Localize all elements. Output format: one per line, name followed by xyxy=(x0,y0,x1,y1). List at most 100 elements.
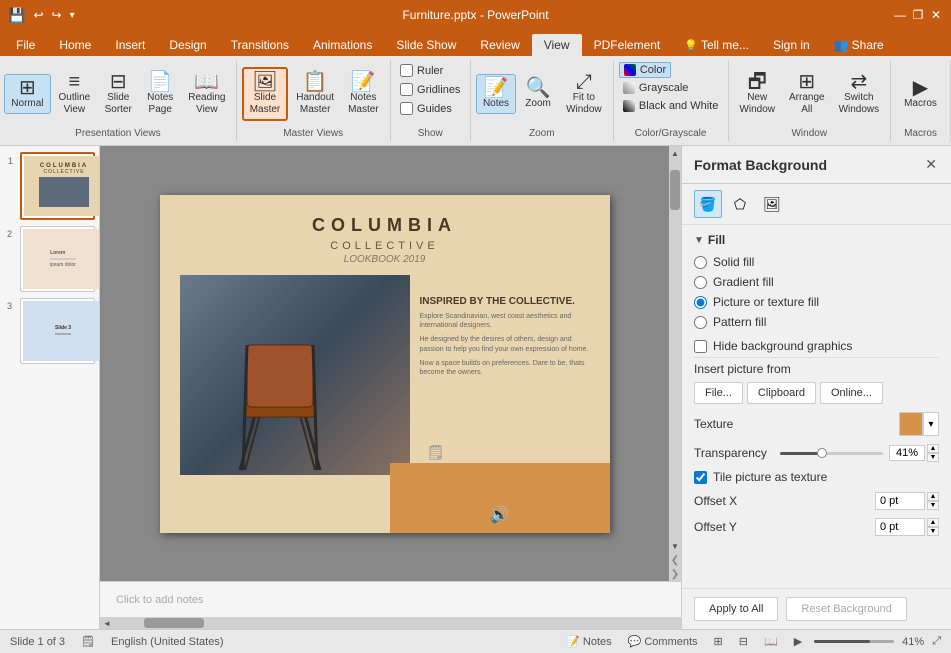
pattern-fill-option[interactable]: Pattern fill xyxy=(694,315,939,329)
new-window-button[interactable]: 🗗 NewWindow xyxy=(733,69,781,119)
restore-button[interactable]: ❐ xyxy=(911,8,925,22)
transparency-slider[interactable] xyxy=(780,452,883,455)
normal-status-button[interactable]: ⊞ xyxy=(710,635,727,648)
tab-slideshow[interactable]: Slide Show xyxy=(384,34,468,56)
tab-animations[interactable]: Animations xyxy=(301,34,384,56)
offset-y-input[interactable] xyxy=(875,518,925,536)
tab-design[interactable]: Design xyxy=(157,34,218,56)
solid-fill-radio[interactable] xyxy=(694,256,707,269)
tab-share[interactable]: 👥Share xyxy=(822,34,896,56)
customize-icon[interactable]: ▾ xyxy=(70,10,75,21)
ruler-checkbox-label[interactable]: Ruler xyxy=(396,62,447,79)
tile-checkbox[interactable] xyxy=(694,471,707,484)
tile-checkbox-label[interactable]: Tile picture as texture xyxy=(694,470,939,484)
h-scroll-thumb[interactable] xyxy=(144,618,204,628)
tab-view[interactable]: View xyxy=(532,34,582,56)
scroll-thumb[interactable] xyxy=(670,170,680,210)
undo-icon[interactable]: ↩ xyxy=(33,8,43,22)
color-button[interactable]: Color xyxy=(619,62,671,78)
picture-fill-option[interactable]: Picture or texture fill xyxy=(694,295,939,309)
slide-sorter-button[interactable]: ⊟ SlideSorter xyxy=(98,69,138,119)
transparency-value: ▲ ▼ xyxy=(889,444,939,462)
slideshow-status-button[interactable]: ▶ xyxy=(790,635,806,648)
offset-y-increment[interactable]: ▲ xyxy=(927,518,939,527)
scroll-down-button[interactable]: ▼ xyxy=(669,539,681,553)
outline-view-button[interactable]: ≡ OutlineView xyxy=(53,69,97,119)
slide-thumb-2[interactable]: 2 Lorem ipsum dolor xyxy=(20,226,95,292)
online-button[interactable]: Online... xyxy=(820,382,883,404)
fill-section-header[interactable]: ▼ Fill xyxy=(694,233,939,247)
picture-fill-radio[interactable] xyxy=(694,296,707,309)
normal-view-button[interactable]: ⊞ Normal xyxy=(4,74,50,114)
notes-view-button[interactable]: 📝 Notes xyxy=(476,74,516,114)
guides-checkbox[interactable] xyxy=(400,102,413,115)
zoom-slider[interactable] xyxy=(814,640,894,643)
gridlines-checkbox-label[interactable]: Gridlines xyxy=(396,81,464,98)
zoom-button[interactable]: 🔍 Zoom xyxy=(518,75,558,113)
picture-tab-button[interactable]: 🖼 xyxy=(758,190,786,218)
offset-x-increment[interactable]: ▲ xyxy=(927,492,939,501)
offset-y-decrement[interactable]: ▼ xyxy=(927,527,939,536)
slide-thumb-1[interactable]: 1 COLUMBIA COLLECTIVE xyxy=(20,152,95,220)
notes-page-button[interactable]: 📄 NotesPage xyxy=(140,69,180,119)
black-white-button[interactable]: Black and White xyxy=(619,98,722,114)
minimize-button[interactable]: — xyxy=(893,8,907,22)
fit-screen-button[interactable]: ⤢ xyxy=(932,635,941,648)
scroll-up-button[interactable]: ▲ xyxy=(669,146,681,160)
tab-file[interactable]: File xyxy=(4,34,47,56)
texture-dropdown-button[interactable]: ▾ xyxy=(923,412,939,436)
transparency-decrement[interactable]: ▼ xyxy=(927,453,939,462)
macros-button[interactable]: ▶ Macros xyxy=(898,75,943,113)
notes-area[interactable]: Click to add notes xyxy=(100,581,681,617)
hide-bg-checkbox-label[interactable]: Hide background graphics xyxy=(694,339,939,353)
tab-signin[interactable]: Sign in xyxy=(761,34,822,56)
clipboard-button[interactable]: Clipboard xyxy=(747,382,816,404)
tab-home[interactable]: Home xyxy=(47,34,103,56)
gradient-fill-option[interactable]: Gradient fill xyxy=(694,275,939,289)
file-button[interactable]: File... xyxy=(694,382,743,404)
transparency-input[interactable] xyxy=(889,445,925,461)
effects-tab-button[interactable]: ⬠ xyxy=(726,190,754,218)
apply-to-all-button[interactable]: Apply to All xyxy=(694,597,778,621)
fill-tab-button[interactable]: 🪣 xyxy=(694,190,722,218)
texture-preview[interactable] xyxy=(899,412,923,436)
transparency-thumb[interactable] xyxy=(817,448,827,458)
hide-bg-checkbox[interactable] xyxy=(694,340,707,353)
grayscale-button[interactable]: Grayscale xyxy=(619,80,693,96)
offset-x-input[interactable] xyxy=(875,492,925,510)
tab-pdfelement[interactable]: PDFelement xyxy=(582,34,673,56)
solid-fill-option[interactable]: Solid fill xyxy=(694,255,939,269)
handout-master-button[interactable]: 📋 HandoutMaster xyxy=(290,69,340,119)
slide-canvas[interactable]: COLUMBIA COLLECTIVE LOOKBOOK 2019 xyxy=(160,195,610,533)
arrange-all-button[interactable]: ⊞ ArrangeAll xyxy=(783,69,831,119)
notes-status-button[interactable]: 📝 Notes xyxy=(562,635,615,648)
scroll-collapse-1[interactable]: ❮ xyxy=(669,553,681,567)
ruler-checkbox[interactable] xyxy=(400,64,413,77)
gridlines-checkbox[interactable] xyxy=(400,83,413,96)
scroll-collapse-2[interactable]: ❯ xyxy=(669,567,681,581)
gradient-fill-radio[interactable] xyxy=(694,276,707,289)
redo-icon[interactable]: ↪ xyxy=(52,8,62,22)
offset-x-decrement[interactable]: ▼ xyxy=(927,501,939,510)
tab-review[interactable]: Review xyxy=(468,34,531,56)
switch-windows-button[interactable]: ⇄ SwitchWindows xyxy=(833,69,886,119)
reading-view-button[interactable]: 📖 ReadingView xyxy=(182,69,231,119)
slide-sorter-status-button[interactable]: ⊟ xyxy=(735,635,752,648)
panel-close-button[interactable]: ✕ xyxy=(923,154,939,175)
tab-transitions[interactable]: Transitions xyxy=(219,34,301,56)
save-icon[interactable]: 💾 xyxy=(8,7,25,24)
comments-status-button[interactable]: 💬 Comments xyxy=(624,635,702,648)
guides-checkbox-label[interactable]: Guides xyxy=(396,100,456,117)
slide-master-button[interactable]: 🖼 SlideMaster xyxy=(242,67,289,121)
tab-tellme[interactable]: 💡Tell me... xyxy=(672,34,761,56)
close-button[interactable]: ✕ xyxy=(929,8,943,22)
tab-insert[interactable]: Insert xyxy=(103,34,157,56)
pattern-fill-radio[interactable] xyxy=(694,316,707,329)
fit-window-button[interactable]: ⤢ Fit toWindow xyxy=(560,69,608,119)
reading-status-button[interactable]: 📖 xyxy=(760,635,782,648)
slide-thumb-3[interactable]: 3 Slide 3 xyxy=(20,298,95,364)
scroll-left-button[interactable]: ◄ xyxy=(100,617,114,629)
notes-master-button[interactable]: 📝 NotesMaster xyxy=(342,69,385,119)
reset-background-button[interactable]: Reset Background xyxy=(786,597,907,621)
transparency-increment[interactable]: ▲ xyxy=(927,444,939,453)
